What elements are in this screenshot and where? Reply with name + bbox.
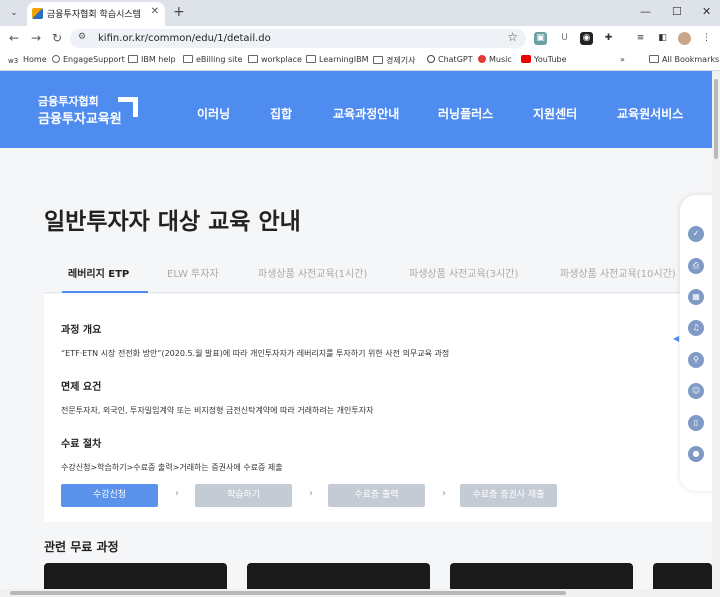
exemption-heading: 면제 요건 (61, 382, 102, 393)
tab-elw[interactable]: ELW 투자자 (167, 265, 219, 280)
folder-icon (373, 56, 383, 64)
calendar-icon[interactable]: ▦ (688, 289, 704, 305)
folder-icon (306, 55, 316, 63)
tab-derivatives-1h[interactable]: 파생상품 사전교육(1시간) (258, 265, 367, 280)
folder-icon (248, 55, 258, 63)
bookmark-home[interactable]: w3 Home (8, 55, 47, 65)
favicon-icon (32, 8, 43, 19)
folder-icon (128, 55, 138, 63)
page-title: 일반투자자 대상 교육 안내 (44, 209, 301, 235)
folder-icon (649, 55, 659, 63)
bookmark-music[interactable]: Music (478, 55, 512, 64)
bookmark-workplace[interactable]: workplace (248, 55, 302, 64)
nav-institute-services[interactable]: 교육원서비스 (617, 105, 683, 122)
step-arrow-icon: › (442, 488, 446, 499)
headset-icon[interactable]: ♫ (688, 320, 704, 336)
overview-heading: 과정 개요 (61, 325, 102, 336)
maximize-icon[interactable]: ☐ (672, 5, 682, 18)
bookmark-economy-news[interactable]: 경제기사 (373, 55, 415, 66)
extension-icon[interactable]: ▣ (534, 32, 547, 45)
nav-support-center[interactable]: 지원센터 (533, 105, 577, 122)
print-certificate-button[interactable]: 수료증 출력 (328, 484, 425, 507)
completion-text: 수강신청>학습하기>수료증 출력>거래하는 증권사에 수료증 제출 (61, 463, 283, 472)
globe-icon (52, 55, 60, 63)
tab-strip: ⌄ 금융투자협회 학습시스템 ✕ + — ☐ ✕ (0, 0, 720, 26)
vertical-scrollbar[interactable] (712, 71, 720, 597)
browser-window: ⌄ 금융투자협회 학습시스템 ✕ + — ☐ ✕ ← → ↻ ⚙ kifin.o… (0, 0, 720, 597)
bookmarks-overflow[interactable]: » (620, 55, 625, 64)
check-icon[interactable]: ✓ (688, 226, 704, 242)
all-bookmarks[interactable]: All Bookmarks (649, 55, 719, 64)
active-tab-underline (62, 291, 148, 293)
tab-leverage-etp[interactable]: 레버리지 ETP (68, 265, 129, 280)
scrollbar-thumb[interactable] (714, 79, 718, 159)
nav-elearning[interactable]: 이러닝 (197, 105, 230, 122)
browser-toolbar: ← → ↻ ⚙ kifin.or.kr/common/edu/1/detail.… (0, 26, 720, 51)
study-button[interactable]: 학습하기 (195, 484, 292, 507)
bookmark-ebilling[interactable]: eBilling site (183, 55, 242, 64)
close-tab-icon[interactable]: ✕ (151, 6, 159, 17)
active-tab[interactable]: 금융투자협회 학습시스템 ✕ (27, 2, 165, 26)
course-detail-card: 과정 개요 “ETF·ETN 시장 전전화 방안”(2020.5.월 발표)에 … (44, 294, 712, 522)
step-arrow-icon: › (175, 488, 179, 499)
reading-list-icon[interactable]: ≡ (634, 32, 647, 45)
overview-text: “ETF·ETN 시장 전전화 방안”(2020.5.월 발표)에 따라 개인투… (61, 349, 450, 358)
print-icon[interactable]: ⎙ (688, 258, 704, 274)
tab-title: 금융투자협회 학습시스템 (47, 10, 141, 20)
side-panel-icon[interactable]: ◧ (656, 32, 669, 45)
bookmark-star-icon[interactable]: ☆ (507, 30, 518, 44)
logo-line1[interactable]: 금융투자협회 (38, 93, 99, 109)
window-close-icon[interactable]: ✕ (702, 5, 711, 18)
bookmark-youtube[interactable]: YouTube (521, 55, 567, 64)
horizontal-scrollbar[interactable] (0, 589, 712, 597)
back-icon[interactable]: ← (9, 31, 19, 45)
bookmark-chatgpt[interactable]: ChatGPT (427, 55, 473, 64)
enroll-button[interactable]: 수강신청 (61, 484, 158, 507)
forward-icon[interactable]: → (31, 31, 41, 45)
profile-avatar[interactable] (678, 32, 691, 45)
logo-line2[interactable]: 금융투자교육원 (38, 108, 122, 127)
new-tab-button[interactable]: + (173, 4, 185, 20)
submit-certificate-button[interactable]: 수료증 증권사 제출 (460, 484, 557, 507)
logo-mark-icon (118, 97, 138, 117)
exemption-text: 전문투자자, 외국인, 투자일임계약 또는 비지정형 금전신탁계약에 따라 거래… (61, 406, 374, 415)
youtube-icon (521, 55, 531, 63)
nav-collective[interactable]: 집합 (270, 105, 292, 122)
minimize-icon[interactable]: — (640, 5, 651, 18)
quick-menu: ✓ ⎙ ▦ ♫ ⚲ ☺ ▯ ● (680, 195, 712, 491)
puzzle-icon[interactable]: ✚ (602, 32, 615, 45)
web-page: 금융투자협회 금융투자교육원 이러닝 집합 교육과정안내 러닝플러스 지원센터 … (0, 71, 712, 597)
course-tabs: 레버리지 ETP ELW 투자자 파생상품 사전교육(1시간) 파생상품 사전교… (44, 251, 712, 293)
bookmark-ibm-help[interactable]: IBM help (128, 55, 176, 64)
nav-learning-plus[interactable]: 러닝플러스 (438, 105, 493, 122)
tab-search-icon[interactable]: ⌄ (6, 5, 22, 21)
site-info-icon[interactable]: ⚙ (78, 32, 86, 42)
scrollbar-thumb[interactable] (10, 591, 566, 595)
menu-kebab-icon[interactable]: ⋮ (700, 32, 713, 45)
address-bar[interactable]: ⚙ kifin.or.kr/common/edu/1/detail.do ☆ (70, 29, 526, 48)
tab-derivatives-10h[interactable]: 파생상품 사전교육(10시간) (560, 265, 676, 280)
location-icon[interactable]: ● (688, 446, 704, 462)
search-icon[interactable]: ⚲ (688, 352, 704, 368)
tab-derivatives-3h[interactable]: 파생상품 사전교육(3시간) (409, 265, 518, 280)
nav-course-guide[interactable]: 교육과정안내 (333, 105, 399, 122)
quick-menu-collapse-icon[interactable]: ◀ (673, 334, 679, 343)
w3-icon: w3 (8, 57, 19, 65)
music-icon (478, 55, 486, 63)
bookmark-engagesupport[interactable]: EngageSupport (52, 55, 125, 64)
folder-icon (183, 55, 193, 63)
bookmarks-bar: w3 Home EngageSupport IBM help eBilling s… (0, 51, 720, 71)
site-header: 금융투자협회 금융투자교육원 이러닝 집합 교육과정안내 러닝플러스 지원센터 … (0, 71, 712, 148)
url-text[interactable]: kifin.or.kr/common/edu/1/detail.do (98, 33, 271, 44)
camera-extension-icon[interactable]: ◉ (580, 32, 593, 45)
user-check-icon[interactable]: ☺ (688, 383, 704, 399)
completion-heading: 수료 절차 (61, 439, 102, 450)
tablet-icon[interactable]: ▯ (688, 415, 704, 431)
related-courses-heading: 관련 무료 과정 (44, 540, 119, 554)
u-extension-icon[interactable]: U (558, 32, 571, 45)
reload-icon[interactable]: ↻ (52, 31, 62, 45)
step-arrow-icon: › (309, 488, 313, 499)
bookmark-learningibm[interactable]: LearningIBM (306, 55, 368, 64)
chatgpt-icon (427, 55, 435, 63)
